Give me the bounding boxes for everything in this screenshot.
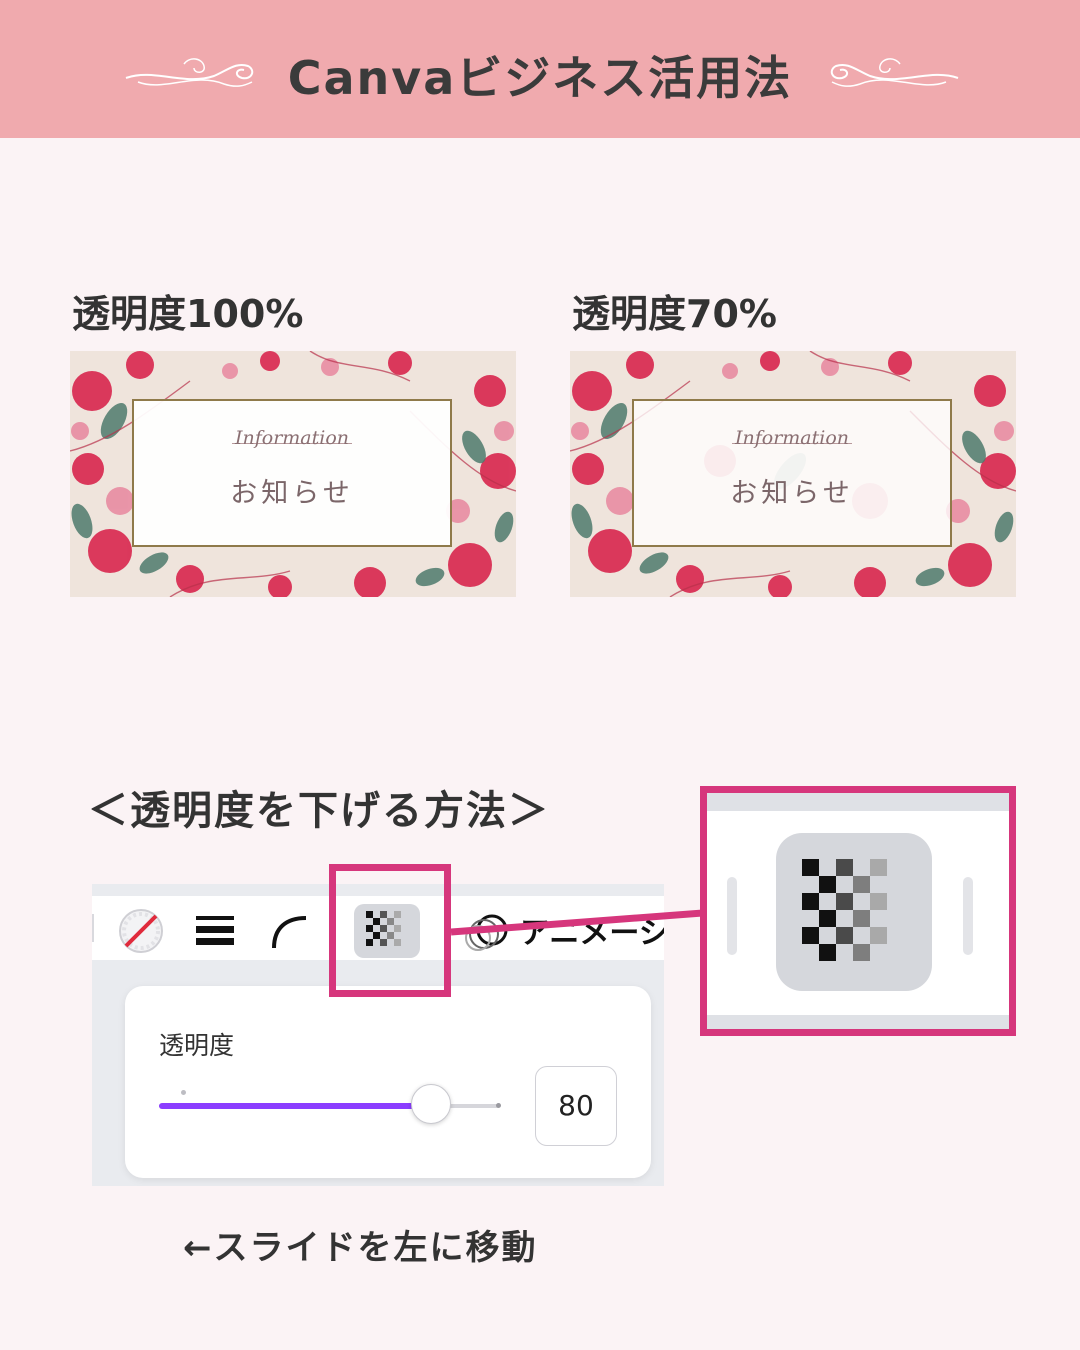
transparency-highlight-box [329, 864, 451, 997]
caption-opacity-70: 透明度70% [572, 292, 777, 336]
caption-opacity-100: 透明度100% [72, 292, 304, 336]
slider-thumb[interactable] [411, 1084, 451, 1124]
zoom-toolbar-edge [707, 793, 1009, 811]
color-icon[interactable] [118, 908, 164, 954]
transparency-value-input[interactable]: 80 [535, 1066, 617, 1146]
zoom-divider-left [727, 877, 737, 955]
transparency-icon [802, 859, 887, 961]
zoom-toolbar-edge-bottom [707, 1015, 1009, 1029]
zoom-divider-right [963, 877, 973, 955]
card-text-panel: Information お知らせ [132, 399, 452, 547]
slider-fill [159, 1103, 431, 1109]
toolbar-divider [92, 914, 94, 942]
transparency-label: 透明度 [159, 1031, 235, 1060]
card-script-text: Information [134, 427, 450, 449]
zoomed-transparency-button [776, 833, 932, 991]
transparency-popup: 透明度 80 [125, 986, 651, 1178]
slide-instruction: ←スライドを左に移動 [183, 1228, 538, 1268]
highlight-connector-line [451, 909, 703, 936]
line-weight-icon[interactable] [196, 916, 236, 946]
slider-end-marker [496, 1103, 501, 1108]
flourish-right-ornament [830, 58, 959, 87]
card-text-panel: Information お知らせ [632, 399, 952, 547]
header-banner: Canvaビジネス活用法 [0, 0, 1080, 138]
transparency-slider[interactable] [159, 1084, 501, 1124]
card-opacity-100: Information お知らせ [70, 351, 516, 597]
card-opacity-70: Information お知らせ [570, 351, 1016, 597]
card-title-text: お知らせ [730, 478, 854, 509]
method-heading: ＜透明度を下げる方法＞ [88, 788, 550, 834]
card-script-text: Information [634, 427, 950, 449]
zoomed-transparency-icon-panel [700, 786, 1016, 1036]
card-title-text: お知らせ [230, 478, 354, 509]
corner-radius-icon[interactable] [270, 914, 310, 950]
slider-start-marker [181, 1090, 186, 1095]
